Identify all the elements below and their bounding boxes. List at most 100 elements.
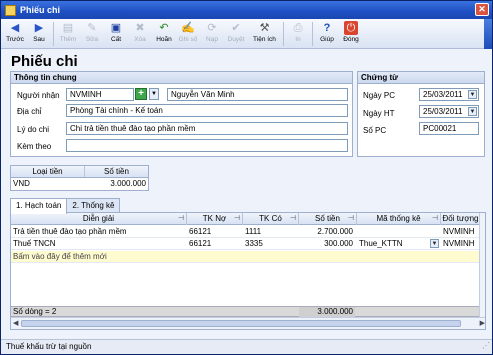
address-value: Phòng Tài chính - Kế toán xyxy=(70,106,163,115)
currency-type-cell: VND xyxy=(13,179,30,188)
pc-date-picker[interactable]: 25/03/2011 ▼ xyxy=(419,88,479,101)
undo-icon: ↶ xyxy=(159,22,169,34)
arrow-right-icon: ▶ xyxy=(34,22,44,34)
detail-tabs: 1. Hạch toán 2. Thống kê xyxy=(10,198,121,214)
scroll-left-icon[interactable]: ◀ xyxy=(13,319,18,327)
pc-date-value: 25/03/2011 xyxy=(423,90,463,99)
save-button[interactable]: ▣ Cất xyxy=(104,19,128,49)
window-close-icon[interactable]: ✕ xyxy=(475,3,489,16)
add-new-row[interactable]: Bấm vào đây để thêm mới xyxy=(11,251,481,263)
scroll-thumb[interactable] xyxy=(21,320,461,327)
voucher-title: Chứng từ xyxy=(358,72,484,84)
approve-icon: ✔ xyxy=(231,22,241,34)
voucher-number-field[interactable]: PC00021 xyxy=(419,122,479,135)
stat-code-cell xyxy=(357,226,441,238)
toolbar-separator xyxy=(53,22,54,46)
add-receiver-button[interactable]: + xyxy=(135,88,147,100)
column-debit-account[interactable]: TK Nợ ⊣ xyxy=(187,213,243,225)
description-cell: Thuế TNCN xyxy=(13,239,56,248)
close-button[interactable]: ⏻ Đóng xyxy=(339,19,363,49)
back-button[interactable]: ◀ Trước xyxy=(3,19,27,49)
toolbar: ◀ Trước ▶ Sau ▤ Thêm ✎ Sửa ▣ Cất ✖ Xóa ↶ Hoãn ✍… xyxy=(1,19,492,49)
vertical-scrollbar[interactable] xyxy=(479,213,485,317)
voucher-number-label: Số PC xyxy=(363,126,387,135)
app-icon xyxy=(5,4,16,16)
pin-icon[interactable]: ⊣ xyxy=(178,213,184,225)
table-row[interactable]: Thuế TNCN 66121 3335 300.000 Thue_KTTN ▼ … xyxy=(11,238,481,250)
calendar-dropdown-icon[interactable]: ▼ xyxy=(468,107,477,116)
table-row[interactable]: Trả tiền thuê đào tạo phần mềm 66121 111… xyxy=(11,226,481,238)
tools-icon: ⚒ xyxy=(259,22,270,34)
credit-account-cell: 3335 xyxy=(245,239,263,248)
receiver-dropdown-button[interactable]: ▼ xyxy=(149,88,159,100)
pin-icon[interactable]: ⊣ xyxy=(290,213,296,225)
toolbar-separator xyxy=(312,22,313,46)
calendar-dropdown-icon[interactable]: ▼ xyxy=(468,90,477,99)
description-cell: Trả tiền thuê đào tạo phần mềm xyxy=(13,227,127,236)
stat-code-cell[interactable]: Thue_KTTN ▼ xyxy=(357,238,441,250)
receiver-code-field[interactable]: NVMINH xyxy=(66,88,134,101)
pin-icon[interactable]: ⊣ xyxy=(234,213,240,225)
toolbar-overflow[interactable] xyxy=(484,19,492,49)
column-object[interactable]: Đối tượng xyxy=(441,213,481,225)
tab-accounting[interactable]: 1. Hạch toán xyxy=(10,198,68,214)
amount-header: Số tiền xyxy=(104,167,129,176)
accounting-grid: Diễn giải ⊣ TK Nợ ⊣ TK Có ⊣ Số tiền ⊣ Mã thố… xyxy=(10,212,486,330)
utilities-button[interactable]: ⚒ Tiện ích xyxy=(248,19,281,49)
currency-grid-header: Loại tiền Số tiền xyxy=(11,166,148,178)
total-amount: 3.000.000 xyxy=(299,307,355,317)
address-label: Địa chỉ xyxy=(17,107,42,116)
approve-button[interactable]: ✔ Duyệt xyxy=(224,19,248,49)
attachment-label: Kèm theo xyxy=(17,142,52,151)
next-button[interactable]: ▶ Sau xyxy=(27,19,51,49)
help-button[interactable]: ? Giúp xyxy=(315,19,339,49)
power-icon: ⏻ xyxy=(344,21,358,35)
amount-cell: 3.000.000 xyxy=(110,179,146,188)
window-title: Phiếu chi xyxy=(20,5,61,15)
grid-header: Diễn giải ⊣ TK Nợ ⊣ TK Có ⊣ Số tiền ⊣ Mã thố… xyxy=(11,213,481,225)
debit-account-cell: 66121 xyxy=(189,227,212,236)
scroll-right-icon[interactable]: ▶ xyxy=(480,319,485,327)
column-amount[interactable]: Số tiền ⊣ xyxy=(299,213,357,225)
pc-date-label: Ngày PC xyxy=(363,91,396,100)
ht-date-value: 25/03/2011 xyxy=(423,107,463,116)
delete-button[interactable]: ✖ Xóa xyxy=(128,19,152,49)
resize-grip-icon[interactable]: ⋰ xyxy=(482,339,490,353)
currency-row[interactable]: VND 3.000.000 xyxy=(11,178,148,190)
reason-field[interactable]: Chi trả tiền thuê đào tạo phần mềm xyxy=(66,122,348,135)
reload-button[interactable]: ⟳ Nạp xyxy=(200,19,224,49)
currency-type-header: Loại tiền xyxy=(11,166,85,177)
receiver-name-field[interactable]: Nguyễn Văn Minh xyxy=(167,88,348,101)
print-button[interactable]: ⎙ In xyxy=(286,19,310,49)
amount-cell: 2.700.000 xyxy=(317,227,353,236)
page-title: Phiếu chi xyxy=(11,53,78,70)
add-button[interactable]: ▤ Thêm xyxy=(56,19,80,49)
edit-icon: ✎ xyxy=(87,22,97,34)
undo-button[interactable]: ↶ Hoãn xyxy=(152,19,176,49)
pin-icon[interactable]: ⊣ xyxy=(432,213,438,225)
edit-button[interactable]: ✎ Sửa xyxy=(80,19,104,49)
toolbar-separator xyxy=(283,22,284,46)
address-field[interactable]: Phòng Tài chính - Kế toán xyxy=(66,104,348,117)
row-count: Số dòng = 2 xyxy=(13,307,57,316)
tab-statistics[interactable]: 2. Thống kê xyxy=(66,198,121,213)
arrow-left-icon: ◀ xyxy=(10,22,20,34)
reason-label: Lý do chi xyxy=(17,125,50,134)
ht-date-picker[interactable]: 25/03/2011 ▼ xyxy=(419,105,479,118)
receiver-name-value: Nguyễn Văn Minh xyxy=(171,90,235,99)
post-ledger-icon: ✍ xyxy=(181,22,195,34)
voucher-number-value: PC00021 xyxy=(423,124,457,133)
column-stat-code[interactable]: Mã thống kê ⊣ xyxy=(357,213,441,225)
chevron-down-icon[interactable]: ▼ xyxy=(430,239,439,248)
object-cell: NVMINH xyxy=(443,239,475,248)
column-credit-account[interactable]: TK Có ⊣ xyxy=(243,213,299,225)
horizontal-scrollbar[interactable]: ◀ ▶ xyxy=(11,317,485,329)
column-description[interactable]: Diễn giải ⊣ xyxy=(11,213,187,225)
printer-icon: ⎙ xyxy=(293,22,303,34)
attachment-field[interactable] xyxy=(66,139,348,152)
reload-icon: ⟳ xyxy=(207,22,217,34)
general-info-title: Thông tin chung xyxy=(11,72,352,84)
post-button[interactable]: ✍ Ghi số xyxy=(176,19,200,49)
credit-account-cell: 1111 xyxy=(245,227,262,236)
pin-icon[interactable]: ⊣ xyxy=(348,213,354,225)
